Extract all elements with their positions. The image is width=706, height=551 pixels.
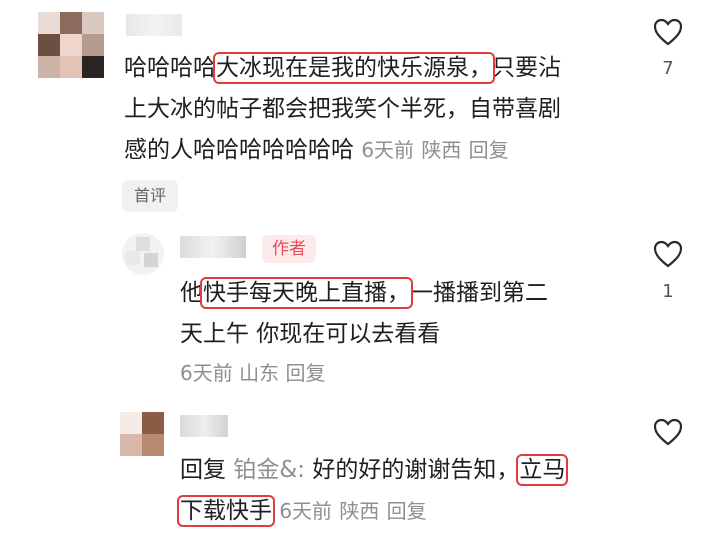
highlighted-text: 立马 bbox=[516, 454, 569, 486]
comment-location: 陕西 bbox=[421, 138, 462, 162]
like-count: 7 bbox=[662, 58, 674, 79]
author-badge: 作者 bbox=[262, 235, 316, 263]
reply-button[interactable]: 回复 bbox=[285, 361, 325, 385]
first-comment-badge: 首评 bbox=[122, 180, 179, 212]
highlighted-text: 下载快手 bbox=[177, 495, 275, 527]
heart-icon[interactable] bbox=[653, 18, 683, 46]
avatar[interactable] bbox=[122, 233, 164, 275]
comment-text-line-3: 感的人哈哈哈哈哈哈哈 6天前 陕西 回复 bbox=[124, 137, 509, 163]
heart-icon[interactable] bbox=[653, 240, 683, 268]
username-blurred[interactable] bbox=[180, 236, 246, 258]
comment-text-line-2: 天上午 你现在可以去看看 bbox=[180, 321, 441, 347]
comment-text-line-2: 下载快手 6天前 陕西 回复 bbox=[177, 491, 427, 532]
comment-text-line-1: 回复 铂金&: 好的好的谢谢告知，立马 bbox=[180, 454, 569, 486]
username-blurred[interactable] bbox=[180, 415, 228, 437]
comment-meta: 6天前 山东 回复 bbox=[180, 358, 325, 388]
avatar[interactable] bbox=[38, 12, 104, 78]
highlighted-text: 大冰现在是我的快乐源泉， bbox=[213, 52, 495, 84]
like-count: 1 bbox=[662, 281, 674, 302]
reply-button[interactable]: 回复 bbox=[387, 499, 427, 523]
quoted-username[interactable]: 铂金&: bbox=[233, 457, 305, 483]
avatar[interactable] bbox=[120, 412, 164, 456]
comment-time: 6天前 bbox=[361, 138, 415, 162]
comment-text-line-1: 他快手每天晚上直播，一播播到第二 bbox=[180, 277, 548, 309]
highlighted-text: 快手每天晚上直播， bbox=[200, 277, 413, 309]
heart-icon[interactable] bbox=[653, 418, 683, 446]
comment-text-line-1: 哈哈哈哈大冰现在是我的快乐源泉，只要沾 bbox=[124, 52, 561, 84]
reply-button[interactable]: 回复 bbox=[469, 138, 509, 162]
comment-text-line-2: 上大冰的帖子都会把我笑个半死，自带喜剧 bbox=[124, 96, 561, 122]
comment-location: 山东 bbox=[239, 361, 280, 385]
comment-time: 6天前 bbox=[180, 361, 233, 385]
comment-time: 6天前 bbox=[279, 499, 333, 523]
comment-location: 陕西 bbox=[339, 499, 380, 523]
username-blurred[interactable] bbox=[126, 14, 182, 36]
